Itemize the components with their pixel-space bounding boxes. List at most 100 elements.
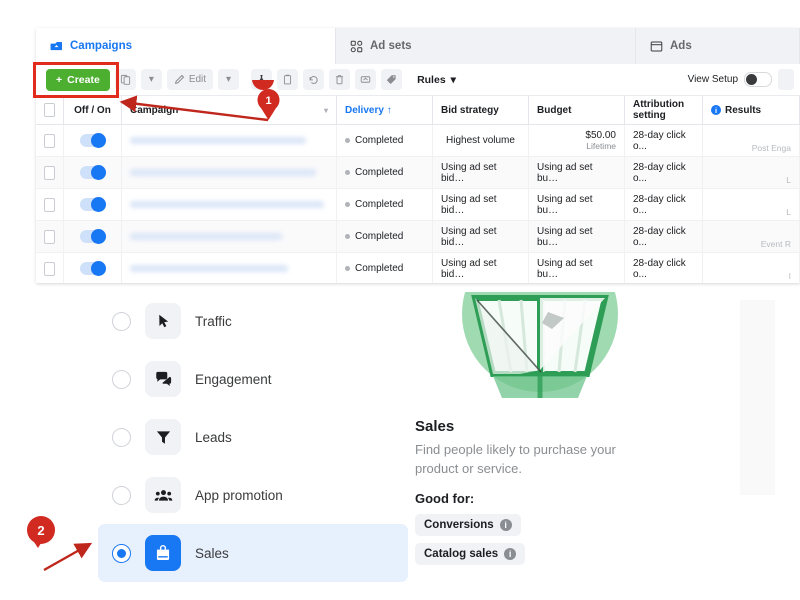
objective-traffic[interactable]: Traffic: [98, 292, 408, 350]
status-dot-icon: [345, 202, 350, 207]
chevron-down-icon[interactable]: ▾: [324, 106, 328, 115]
objective-detail: Sales Find people likely to purchase you…: [410, 292, 710, 572]
row-select-cell[interactable]: [36, 157, 64, 188]
detail-description: Find people likely to purchase your prod…: [415, 442, 616, 476]
chevron-down-icon: ▾: [450, 73, 456, 86]
row-delivery-label: Completed: [355, 135, 404, 146]
row-attribution: 28-day click o...: [625, 253, 703, 283]
objective-radio[interactable]: [112, 311, 131, 331]
row-delivery-label: Completed: [355, 199, 404, 210]
tab-campaigns[interactable]: Campaigns: [36, 28, 336, 64]
row-select-cell[interactable]: [36, 221, 64, 252]
objective-radio[interactable]: [112, 543, 131, 563]
row-select-cell[interactable]: [36, 189, 64, 220]
table-row[interactable]: Completed Using ad set bid… Using ad set…: [36, 253, 800, 283]
objective-label: Sales: [195, 545, 229, 561]
objective-radio[interactable]: [112, 485, 131, 505]
table-row[interactable]: Completed Highest volume $50.00 Lifetime…: [36, 125, 800, 157]
tag-button[interactable]: [381, 69, 403, 90]
objective-sales[interactable]: Sales: [98, 524, 408, 582]
view-setup-toggle[interactable]: [744, 72, 772, 87]
info-icon[interactable]: i: [504, 547, 517, 560]
row-budget: $50.00 Lifetime: [529, 125, 625, 156]
row-select-cell[interactable]: [36, 253, 64, 283]
row-toggle-cell[interactable]: [64, 253, 122, 283]
objective-engagement[interactable]: Engagement: [98, 350, 408, 408]
redacted-campaign-name: [130, 137, 306, 144]
objective-label: App promotion: [195, 487, 283, 503]
row-bid-strategy: Using ad set bid…: [433, 189, 529, 220]
info-icon[interactable]: i: [711, 105, 721, 115]
info-icon[interactable]: i: [499, 518, 512, 531]
edit-button-label: Edit: [188, 74, 207, 85]
chip-conversions: Conversions i: [415, 513, 521, 536]
edit-button[interactable]: Edit: [166, 69, 214, 90]
export-button[interactable]: [355, 69, 377, 90]
redacted-campaign-name: [130, 233, 282, 240]
campaign-on-toggle[interactable]: [79, 165, 106, 180]
delete-button[interactable]: [329, 69, 351, 90]
ads-window-icon: [650, 40, 663, 53]
status-dot-icon: [345, 170, 350, 175]
ab-test-button[interactable]: [251, 69, 273, 90]
duplicate-caret-button[interactable]: ▾: [140, 69, 162, 90]
row-bid-strategy: Using ad set bid…: [433, 221, 529, 252]
row-checkbox[interactable]: [44, 165, 55, 180]
rules-button[interactable]: Rules ▾: [411, 73, 462, 87]
campaign-on-toggle[interactable]: [79, 133, 106, 148]
campaign-on-toggle[interactable]: [79, 229, 106, 244]
undo-button[interactable]: [303, 69, 325, 90]
objective-app-promotion[interactable]: App promotion: [98, 466, 408, 524]
header-delivery[interactable]: Delivery ↑: [337, 96, 433, 124]
row-budget-amount: Using ad set bu…: [537, 161, 593, 184]
row-results-label: I: [788, 271, 791, 281]
panel-right-strip: [740, 300, 775, 495]
row-delivery: Completed: [337, 157, 433, 188]
tab-ad-sets[interactable]: Ad sets: [336, 28, 636, 64]
table-toolbar: + Create ▾ Edit ▾ Rules ▾ View Setup: [36, 64, 800, 96]
row-campaign-name[interactable]: [122, 157, 337, 188]
toggle-knob: [90, 197, 106, 212]
row-toggle-cell[interactable]: [64, 125, 122, 156]
header-campaign: Campaign ▾: [122, 96, 337, 124]
table-row[interactable]: Completed Using ad set bid… Using ad set…: [36, 157, 800, 189]
copy-button[interactable]: [277, 69, 299, 90]
row-checkbox[interactable]: [44, 197, 55, 212]
objective-leads[interactable]: Leads: [98, 408, 408, 466]
row-campaign-name[interactable]: [122, 189, 337, 220]
pencil-icon: [174, 74, 185, 85]
row-campaign-name[interactable]: [122, 253, 337, 283]
tab-ads[interactable]: Ads: [636, 28, 800, 64]
create-button[interactable]: + Create: [46, 68, 110, 91]
toolbar-overflow-button[interactable]: [778, 69, 794, 90]
row-toggle-cell[interactable]: [64, 157, 122, 188]
row-bid-strategy: Using ad set bid…: [433, 157, 529, 188]
row-campaign-name[interactable]: [122, 125, 337, 156]
table-row[interactable]: Completed Using ad set bid… Using ad set…: [36, 189, 800, 221]
row-checkbox[interactable]: [44, 229, 55, 244]
row-results-label: L: [786, 207, 791, 217]
plus-icon: +: [56, 73, 63, 86]
select-all-checkbox[interactable]: [44, 103, 55, 117]
row-campaign-name[interactable]: [122, 221, 337, 252]
select-all-cell[interactable]: [36, 96, 64, 124]
row-results: I: [703, 253, 800, 283]
objective-label: Engagement: [195, 371, 272, 387]
view-setup-label: View Setup: [687, 74, 738, 85]
duplicate-button[interactable]: [114, 69, 136, 90]
objective-radio[interactable]: [112, 427, 131, 447]
edit-caret-button[interactable]: ▾: [218, 69, 240, 90]
row-checkbox[interactable]: [44, 133, 55, 148]
objective-radio[interactable]: [112, 369, 131, 389]
table-row[interactable]: Completed Using ad set bid… Using ad set…: [36, 221, 800, 253]
row-checkbox[interactable]: [44, 261, 55, 276]
row-toggle-cell[interactable]: [64, 189, 122, 220]
status-dot-icon: [345, 234, 350, 239]
row-toggle-cell[interactable]: [64, 221, 122, 252]
row-select-cell[interactable]: [36, 125, 64, 156]
chevron-down-icon: ▾: [148, 74, 154, 85]
adsets-grid-icon: [350, 40, 363, 53]
row-delivery: Completed: [337, 125, 433, 156]
campaign-on-toggle[interactable]: [79, 261, 106, 276]
campaign-on-toggle[interactable]: [79, 197, 106, 212]
